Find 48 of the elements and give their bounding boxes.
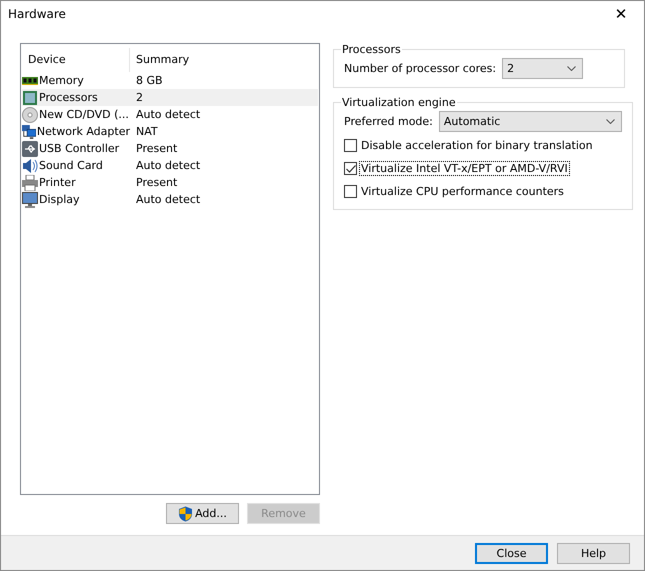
device-row[interactable]: Printer Present [22, 174, 318, 191]
device-name: USB Controller [39, 142, 120, 155]
shield-icon [178, 506, 194, 522]
checkbox-label[interactable]: Virtualize Intel VT-x/EPT or AMD-V/RVI [360, 162, 569, 175]
mode-dropdown[interactable]: Automatic [438, 111, 622, 132]
processor-chip-icon [22, 90, 38, 106]
field-label: Number of processor cores: [344, 62, 496, 75]
device-name: New CD/DVD (... [39, 108, 129, 121]
device-row[interactable]: Network Adapter NAT [22, 123, 318, 140]
device-row[interactable]: Processors 2 [22, 89, 318, 106]
device-name: Printer [39, 176, 76, 189]
device-row[interactable]: Display Auto detect [22, 191, 318, 208]
window-title: Hardware [8, 7, 66, 21]
checkbox[interactable] [344, 162, 357, 175]
device-summary: 2 [135, 91, 143, 104]
device-summary: Present [135, 142, 178, 155]
device-row[interactable]: Sound Card Auto detect [22, 157, 318, 174]
network-computers-icon [22, 124, 36, 140]
device-name: Display [39, 193, 80, 206]
device-name: Processors [39, 91, 98, 104]
field-label: Preferred mode: [344, 115, 433, 128]
column-header[interactable]: Device [22, 48, 130, 72]
close-dialog-button[interactable]: Close [475, 542, 548, 564]
device-summary: Auto detect [135, 193, 200, 206]
chevron-down-icon [606, 119, 615, 124]
checkbox-label[interactable]: Disable acceleration for binary translation [360, 139, 594, 152]
cores-dropdown[interactable]: 2 [502, 58, 584, 79]
help-button[interactable]: Help [557, 542, 630, 564]
checkbox[interactable] [344, 185, 357, 198]
column-header[interactable]: Summary [130, 48, 318, 72]
group-title: Virtualization engine [341, 96, 457, 109]
device-name: Memory [39, 74, 84, 87]
device-row[interactable]: New CD/DVD (... Auto detect [22, 106, 318, 123]
device-summary: NAT [135, 125, 158, 138]
device-name: Network Adapter [36, 125, 130, 138]
device-summary: Auto detect [135, 108, 200, 121]
group-title: Processors [341, 43, 402, 56]
device-summary: 8 GB [135, 74, 163, 87]
checkbox-label[interactable]: Virtualize CPU performance counters [360, 185, 565, 198]
device-name: Sound Card [39, 159, 103, 172]
device-summary: Present [135, 176, 178, 189]
speaker-icon [22, 158, 38, 174]
device-summary: Auto detect [135, 159, 200, 172]
device-row[interactable]: Memory 8 GB [22, 72, 318, 89]
add-button[interactable]: Add... [166, 503, 239, 524]
chevron-down-icon [567, 66, 576, 71]
checkbox[interactable] [344, 139, 357, 152]
device-row[interactable]: USB Controller Present [22, 140, 318, 157]
